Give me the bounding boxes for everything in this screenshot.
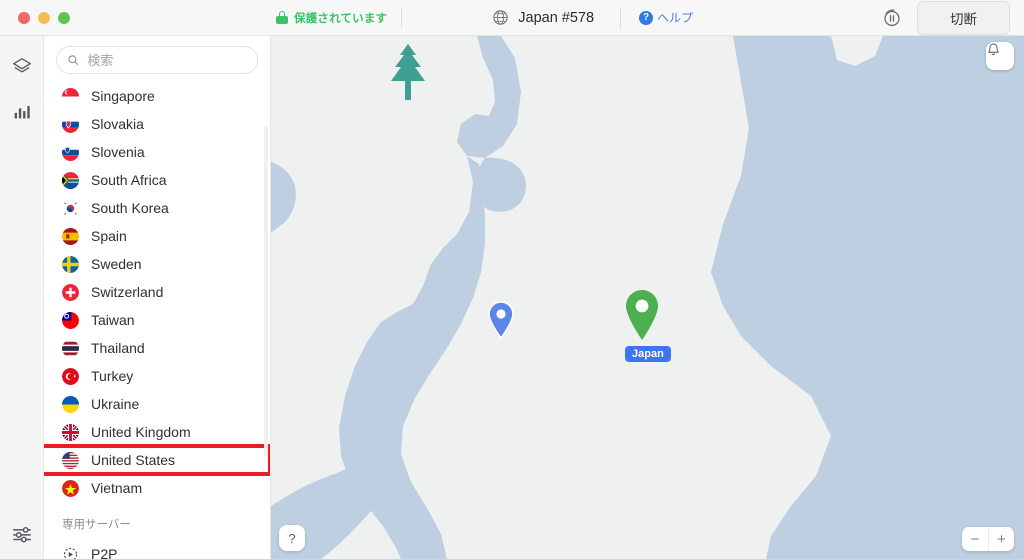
country-label: United States: [91, 452, 176, 468]
bell-icon: [988, 43, 999, 56]
flag-icon-es: [62, 227, 79, 245]
zoom-out-button[interactable]: −: [962, 527, 988, 551]
help-label: ヘルプ: [657, 11, 694, 25]
country-row[interactable]: Taiwan: [44, 306, 270, 334]
close-button[interactable]: [18, 11, 30, 24]
flag-icon-kr: [62, 199, 79, 217]
zoom-in-button[interactable]: +: [988, 527, 1014, 551]
country-row[interactable]: Slovakia: [44, 110, 270, 138]
p2p-icon: [62, 546, 79, 559]
country-label: Singapore: [91, 88, 155, 104]
country-row[interactable]: Turkey: [44, 362, 270, 390]
help-link[interactable]: ? ヘルプ: [639, 9, 693, 26]
map-help-button[interactable]: ?: [279, 525, 305, 551]
country-list: Singapore Slovakia Slovenia South Africa Sou…: [44, 80, 270, 502]
globe-icon: [493, 10, 508, 25]
country-row[interactable]: Sweden: [44, 250, 270, 278]
flag-icon-za: [62, 171, 79, 189]
special-servers-list: P2P: [44, 540, 270, 559]
search-input[interactable]: [87, 52, 247, 68]
layers-icon[interactable]: [11, 56, 33, 78]
connection-status: 保護されています: [270, 7, 403, 28]
search-icon: [68, 55, 79, 65]
vpn-app-window: 保護されています Japan #578 ? ヘルプ 切断 検索 Singapor…: [0, 0, 1024, 559]
question-circle-icon: ?: [639, 10, 654, 25]
country-row[interactable]: United States: [44, 446, 270, 474]
special-servers-section-label: 専用サーバー: [62, 519, 131, 531]
flag-icon-sk: [62, 115, 79, 133]
country-label: United Kingdom: [91, 424, 191, 440]
country-label: Ukraine: [91, 396, 140, 412]
country-label: Taiwan: [91, 312, 135, 328]
titlebar: 保護されています Japan #578 ? ヘルプ 切断: [0, 0, 1024, 36]
minimize-button[interactable]: [38, 11, 50, 24]
flag-icon-us: [62, 451, 79, 469]
country-row[interactable]: Switzerland: [44, 278, 270, 306]
flag-icon-ua: [62, 395, 79, 413]
notifications-button[interactable]: [986, 42, 1014, 70]
special-server-row[interactable]: P2P: [44, 540, 270, 559]
flag-icon-vn: [62, 479, 79, 497]
search-area: [44, 36, 270, 80]
country-row[interactable]: United Kingdom: [44, 418, 270, 446]
map-zoom-controls: − +: [962, 527, 1014, 551]
stats-icon[interactable]: [11, 101, 33, 123]
country-label: Slovakia: [91, 116, 144, 132]
search-box[interactable]: [56, 46, 258, 74]
titlebar-center: 保護されています Japan #578 ? ヘルプ: [270, 0, 881, 36]
icon-rail: [0, 36, 44, 559]
titlebar-right: 切断: [881, 0, 1024, 35]
current-server[interactable]: Japan #578: [492, 6, 622, 29]
sidebar-scrollbar[interactable]: [264, 126, 268, 456]
country-row[interactable]: Thailand: [44, 334, 270, 362]
country-label: South Africa: [91, 172, 167, 188]
country-label: Turkey: [91, 368, 134, 384]
country-row[interactable]: Singapore: [44, 82, 270, 110]
country-row[interactable]: Vietnam: [44, 474, 270, 502]
country-row[interactable]: Spain: [44, 222, 270, 250]
flag-icon-gb: [62, 423, 79, 441]
flag-icon-sg: [62, 87, 79, 105]
country-label: Vietnam: [91, 480, 143, 496]
flag-icon-th: [62, 339, 79, 357]
country-label: Sweden: [91, 256, 142, 272]
flag-icon-ch: [62, 283, 79, 301]
flag-icon-si: [62, 143, 79, 161]
country-row[interactable]: South Korea: [44, 194, 270, 222]
map-canvas[interactable]: Japan ? − +: [271, 36, 1024, 559]
country-label: South Korea: [91, 200, 169, 216]
country-sidebar: Singapore Slovakia Slovenia South Africa Sou…: [44, 36, 271, 559]
flag-icon-tr: [62, 367, 79, 385]
map-geometry: [271, 36, 1024, 559]
pause-circle-icon[interactable]: [881, 7, 903, 29]
server-name-label: Japan #578: [518, 9, 595, 26]
country-row[interactable]: Slovenia: [44, 138, 270, 166]
country-label: Thailand: [91, 340, 145, 356]
country-label: Spain: [91, 228, 127, 244]
flag-icon-tw: [62, 311, 79, 329]
flag-icon-se: [62, 255, 79, 273]
lock-icon: [276, 11, 288, 24]
disconnect-button[interactable]: 切断: [917, 0, 1010, 35]
country-label: Slovenia: [91, 144, 145, 160]
connection-status-label: 保護されています: [294, 12, 388, 25]
country-label: Switzerland: [91, 284, 164, 300]
country-row[interactable]: South Africa: [44, 166, 270, 194]
special-server-label: P2P: [91, 546, 118, 559]
country-row[interactable]: Ukraine: [44, 390, 270, 418]
window-traffic-lights: [0, 11, 270, 24]
server-pin-label: Japan: [625, 346, 671, 362]
preferences-icon[interactable]: [11, 523, 33, 545]
maximize-button[interactable]: [58, 11, 70, 24]
